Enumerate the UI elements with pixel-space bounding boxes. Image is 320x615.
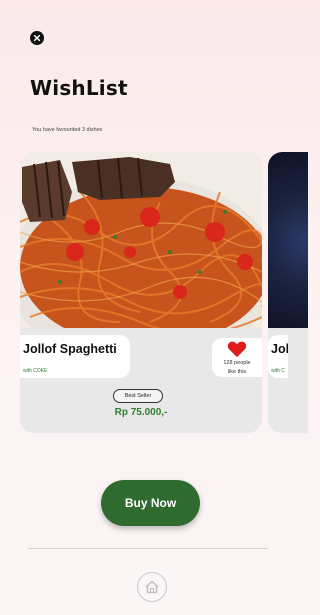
likes-suffix: like this — [227, 368, 247, 375]
best-seller-badge: Best Seller — [113, 389, 163, 403]
dish-subtitle: with COKE — [23, 368, 48, 374]
likes-count: 128 people — [223, 360, 251, 366]
divider — [28, 548, 268, 549]
dish-image — [20, 152, 262, 328]
heart-icon[interactable] — [227, 340, 247, 358]
page-title: WishList — [30, 76, 128, 100]
buy-now-button[interactable]: Buy Now — [101, 480, 200, 526]
dish-price: Rp 75.000,- — [114, 407, 168, 418]
dish-name-box: Jollof Spaghetti with COKE — [20, 335, 130, 378]
close-button[interactable] — [30, 31, 44, 45]
wishlist-card-next[interactable] — [268, 152, 308, 433]
home-icon — [145, 580, 159, 594]
page-subtitle: You have favourited 3 dishes — [32, 127, 103, 133]
dish-name-box-next: Jol with C — [268, 335, 288, 378]
like-box[interactable]: 128 people like this — [212, 338, 262, 377]
dish-name: Jollof Spaghetti — [23, 342, 117, 356]
home-button[interactable] — [137, 572, 167, 602]
dish-subtitle-next: with C — [271, 368, 285, 374]
dish-name-next: Jol — [271, 342, 288, 356]
close-icon — [33, 34, 41, 42]
dish-image-next — [268, 152, 308, 328]
